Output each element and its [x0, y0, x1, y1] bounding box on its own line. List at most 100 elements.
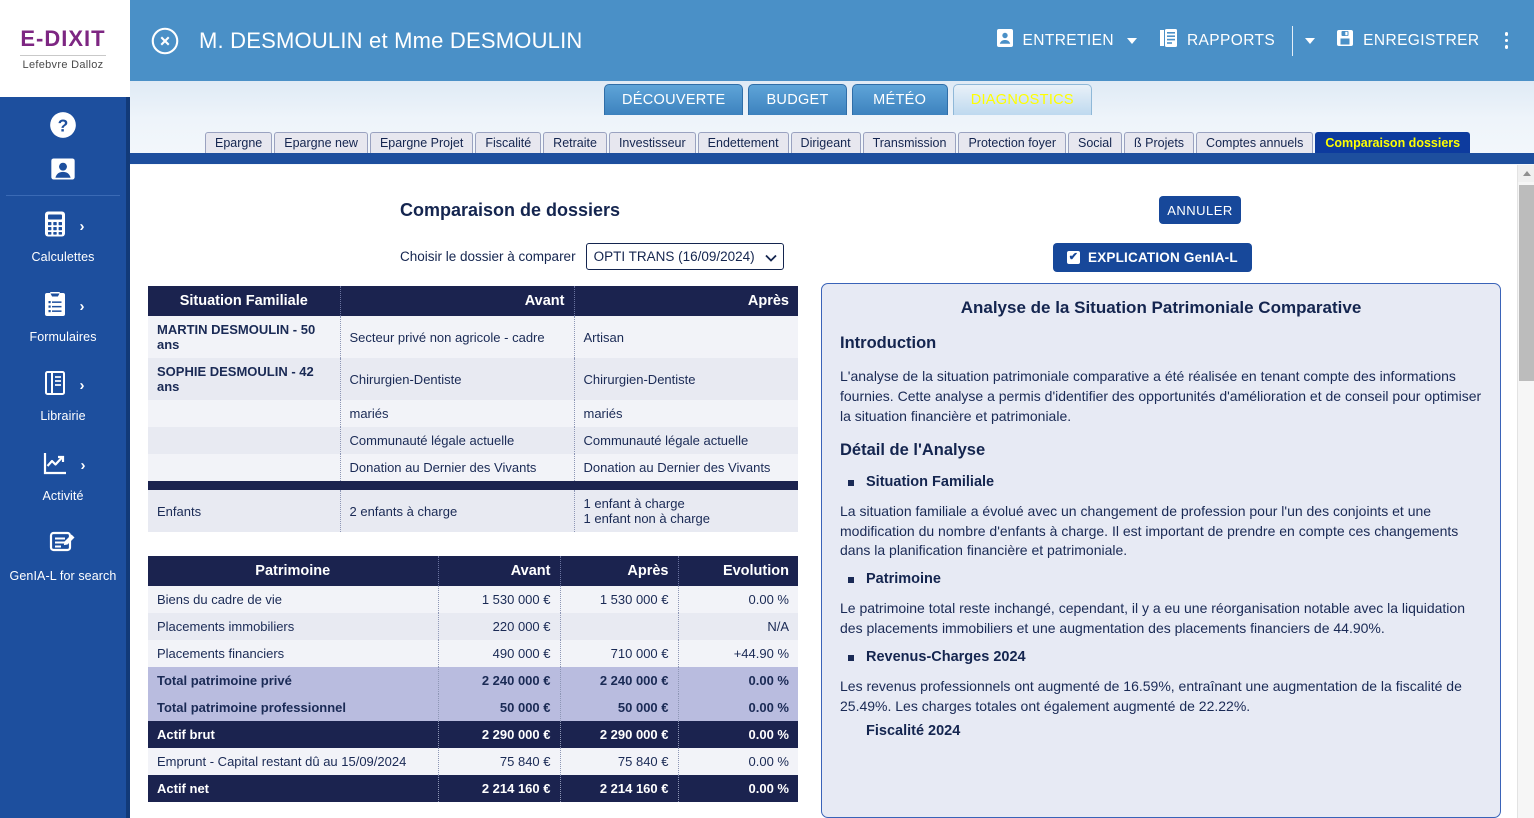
table-row: Enfants 2 enfants à charge 1 enfant à ch…: [148, 490, 798, 532]
chevron-down-icon[interactable]: [1126, 37, 1137, 44]
dossier-chooser: Choisir le dossier à comparer OPTI TRANS…: [400, 243, 784, 270]
left-sidebar: ? › Calculettes › Formulaires › Librairi…: [0, 97, 126, 818]
vertical-scrollbar[interactable]: [1517, 165, 1534, 818]
row-label: Actif net: [148, 775, 439, 802]
chart-line-icon: [41, 449, 69, 482]
brand-name: E-DIXIT: [20, 26, 106, 51]
row-label: [148, 454, 341, 481]
cell-apres: 2 240 000 €: [560, 667, 679, 694]
subtab-endettement[interactable]: Endettement: [697, 132, 789, 153]
subtab-dirigeant[interactable]: Dirigeant: [790, 132, 861, 153]
cell-avant: mariés: [340, 400, 575, 427]
sidebar-item-label: GenIA-L for search: [9, 568, 117, 583]
table-row: Communauté légale actuelle Communauté lé…: [148, 427, 798, 454]
row-label: Placements financiers: [148, 640, 439, 667]
sidebar-item-activite[interactable]: › Activité: [0, 435, 126, 515]
top-header-bar: M. DESMOULIN et Mme DESMOULIN ENTRETIEN: [130, 0, 1534, 81]
enregistrer-button[interactable]: ENREGISTRER: [1325, 29, 1490, 52]
id-card-icon: [996, 28, 1014, 53]
table-row: MARTIN DESMOULIN - 50 ans Secteur privé …: [148, 316, 798, 358]
cell-apres: 50 000 €: [560, 694, 679, 721]
subtab-epargne[interactable]: Epargne: [205, 132, 273, 153]
subtab-transmission[interactable]: Transmission: [862, 132, 957, 153]
cell-evolution: 0.00 %: [678, 694, 798, 721]
cell-apres: 710 000 €: [560, 640, 679, 667]
subtab-protection-foyer[interactable]: Protection foyer: [958, 132, 1066, 153]
explication-genial-button[interactable]: ✔ EXPLICATION GenIA-L: [1053, 243, 1252, 272]
table-row: SOPHIE DESMOULIN - 42 ans Chirurgien-Den…: [148, 358, 798, 400]
section-title: Comparaison de dossiers: [400, 200, 621, 220]
row-label: Enfants: [148, 490, 341, 532]
document-edit-icon: [48, 529, 78, 562]
tab-band: DÉCOUVERTE BUDGET MÉTÉO DIAGNOSTICS Epar…: [130, 81, 1534, 165]
sidebar-item-genial-for-search[interactable]: GenIA-L for search: [0, 515, 126, 595]
sidebar-item-label: Activité: [42, 488, 84, 503]
scrollbar-thumb[interactable]: [1519, 185, 1534, 381]
cell-avant: 2 240 000 €: [438, 667, 561, 694]
row-label: Placements immobiliers: [148, 613, 439, 640]
cell-apres: 1 enfant à charge 1 enfant non à charge: [583, 496, 711, 526]
sidebar-item-formulaires[interactable]: › Formulaires: [0, 276, 126, 356]
chevron-right-icon: ›: [80, 456, 86, 474]
table-patrimoine: Patrimoine Avant Après Evolution Biens d…: [148, 556, 798, 802]
chevron-down-icon[interactable]: [1305, 37, 1316, 44]
scroll-up-arrow-icon[interactable]: [1518, 165, 1534, 182]
cell-evolution: 0.00 %: [748, 754, 789, 769]
table-row: Placements immobiliers 220 000 € N/A: [148, 613, 798, 640]
help-icon[interactable]: ?: [49, 111, 77, 139]
main-tabs: DÉCOUVERTE BUDGET MÉTÉO DIAGNOSTICS: [604, 84, 1092, 115]
subtab-retraite[interactable]: Retraite: [543, 132, 607, 153]
cell-evolution: 0.00 %: [678, 721, 798, 748]
subtab-epargne-new[interactable]: Epargne new: [274, 132, 368, 153]
subtab-fiscalite[interactable]: Fiscalité: [475, 132, 542, 153]
cell-avant: Chirurgien-Dentiste: [340, 358, 575, 400]
analysis-section-list: Revenus-Charges 2024: [840, 649, 1482, 665]
col-evolution: Evolution: [678, 556, 798, 586]
sidebar-item-librairie[interactable]: › Librairie: [0, 355, 126, 435]
table-row: mariés mariés: [148, 400, 798, 427]
analysis-text-revenus-charges: Les revenus professionnels ont augmenté …: [840, 678, 1462, 714]
subtabs-underline-bar: [130, 153, 1534, 164]
clipboard-icon: [42, 290, 68, 323]
dossier-select[interactable]: OPTI TRANS (16/09/2024): [585, 243, 784, 270]
chevron-right-icon: ›: [79, 297, 85, 315]
subtab-social[interactable]: Social: [1067, 132, 1123, 153]
rapports-button[interactable]: RAPPORTS: [1148, 28, 1286, 53]
analysis-text-situation-familiale: La situation familiale a évolué avec un …: [840, 502, 1459, 559]
subtab-investisseur[interactable]: Investisseur: [608, 132, 696, 153]
sidebar-item-label: Calculettes: [31, 250, 95, 264]
sidebar-item-calculettes[interactable]: › Calculettes: [0, 196, 126, 276]
rapports-dropdown[interactable]: [1299, 37, 1325, 44]
checkbox-checked-icon[interactable]: ✔: [1067, 251, 1080, 264]
row-label: Biens du cadre de vie: [148, 586, 439, 613]
subtab-epargne-projet[interactable]: Epargne Projet: [369, 132, 474, 153]
cell-avant: 490 000 €: [438, 640, 561, 667]
entretien-button[interactable]: ENTRETIEN: [985, 28, 1148, 53]
cell-apres: 2 290 000 €: [560, 721, 679, 748]
more-options-icon[interactable]: [1491, 32, 1521, 49]
col-situation-familiale: Situation Familiale: [148, 286, 341, 316]
tab-decouverte[interactable]: DÉCOUVERTE: [604, 84, 744, 115]
row-label: Actif brut: [148, 721, 439, 748]
cell-apres: mariés: [583, 406, 623, 421]
tab-meteo[interactable]: MÉTÉO: [851, 84, 948, 115]
analysis-bullet-situation-familiale: Situation Familiale: [840, 474, 1482, 490]
row-label: MARTIN DESMOULIN - 50 ans: [148, 316, 341, 358]
subtab-projets[interactable]: ß Projets: [1124, 132, 1195, 153]
close-icon[interactable]: [151, 27, 179, 55]
tab-diagnostics[interactable]: DIAGNOSTICS: [952, 84, 1092, 115]
cancel-button[interactable]: ANNULER: [1159, 196, 1241, 224]
cell-avant: 2 214 160 €: [438, 775, 561, 802]
col-patrimoine: Patrimoine: [148, 556, 439, 586]
rapports-label: RAPPORTS: [1186, 31, 1276, 49]
sidebar-top-icons: ?: [0, 97, 126, 195]
cell-apres: 75 840 €: [560, 748, 679, 775]
subtab-comptes-annuels[interactable]: Comptes annuels: [1196, 132, 1314, 153]
brand-logo[interactable]: E-DIXIT Lefebvre Dalloz: [0, 0, 126, 97]
header-actions: ENTRETIEN RAPPORTS ENREGISTRER: [985, 0, 1534, 81]
subtab-comparaison-dossiers[interactable]: Comparaison dossiers: [1315, 132, 1471, 153]
user-profile-icon[interactable]: [49, 155, 77, 183]
cell-evolution: N/A: [767, 619, 789, 634]
tab-budget[interactable]: BUDGET: [748, 84, 847, 115]
cell-avant: Donation au Dernier des Vivants: [340, 454, 575, 481]
